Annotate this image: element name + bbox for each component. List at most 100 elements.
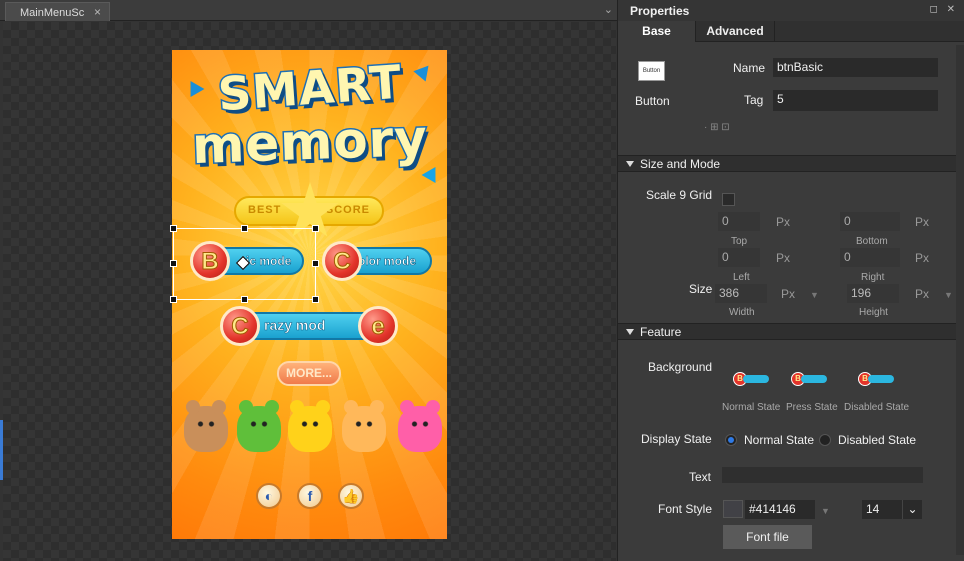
display-state-label: Display State <box>641 432 712 446</box>
collapse-triangle-icon <box>626 329 634 335</box>
panel-title: Properties <box>630 4 690 18</box>
resize-handle[interactable] <box>312 260 319 267</box>
crazy-mode-label: razy mod <box>264 317 326 334</box>
bottom-field[interactable]: 0 <box>840 212 900 231</box>
color-mode-button[interactable]: C <box>322 241 362 281</box>
resize-handle[interactable] <box>241 225 248 232</box>
scale9-checkbox[interactable] <box>722 193 735 206</box>
game-logo: SMART memory <box>188 53 432 190</box>
left-unit: Px <box>776 251 791 265</box>
display-normal-radio[interactable] <box>725 434 737 446</box>
chevron-down-icon: ⌄ <box>907 502 918 516</box>
left-field[interactable]: 0 <box>718 248 760 267</box>
chevron-down-icon[interactable]: ▼ <box>944 290 953 300</box>
resize-handle[interactable] <box>170 225 177 232</box>
collapse-triangle-icon <box>626 161 634 167</box>
disabled-state-image[interactable]: B <box>858 372 894 386</box>
width-unit[interactable]: Px <box>781 287 795 301</box>
height-field[interactable]: 196 <box>847 284 899 303</box>
widget-thumbnail: Button <box>638 61 665 81</box>
crazy-mode-letter: C <box>231 313 249 341</box>
text-field[interactable] <box>722 467 923 483</box>
dragon-icon <box>237 400 281 452</box>
alignment-icons: · ⊞ ⊡ <box>704 122 730 133</box>
facebook-icon[interactable]: f <box>297 483 323 509</box>
font-color-swatch[interactable] <box>723 500 743 518</box>
name-label: Name <box>733 61 766 75</box>
tag-field[interactable]: 5 <box>773 90 938 111</box>
size-label: Size <box>689 282 713 296</box>
logo-line-memory: memory <box>190 107 431 176</box>
more-label: MORE... <box>285 366 332 380</box>
resize-handle[interactable] <box>170 260 177 267</box>
right-unit: Px <box>915 251 930 265</box>
section-size-title: Size and Mode <box>640 157 721 171</box>
font-file-button[interactable]: Font file <box>723 525 812 549</box>
top-label: Top <box>731 236 748 247</box>
background-label: Background <box>648 360 713 374</box>
properties-scrollbar[interactable] <box>956 45 964 555</box>
document-tab-mainmenu[interactable]: MainMenuSc × <box>5 2 110 21</box>
tab-base[interactable]: Base <box>618 21 695 42</box>
close-icon[interactable]: × <box>94 5 101 19</box>
section-feature[interactable]: Feature <box>618 323 964 340</box>
panel-window-controls[interactable]: ◻ ✕ <box>930 4 958 15</box>
font-color-field[interactable]: #414146 <box>745 500 815 519</box>
chevron-down-icon[interactable]: ⌄ <box>604 3 613 16</box>
section-size-and-mode[interactable]: Size and Mode <box>618 155 964 172</box>
bottom-label: Bottom <box>856 236 888 247</box>
chevron-down-icon[interactable]: ▼ <box>821 506 830 516</box>
press-state-image[interactable]: B <box>791 372 827 386</box>
document-tab-label: MainMenuSc <box>20 7 85 19</box>
scene-editor: MainMenuSc × ⌄ SMART memory BEST SCORE i… <box>0 0 617 561</box>
properties-panel: Properties ◻ ✕ Base Advanced Button Butt… <box>617 0 964 561</box>
font-size-field[interactable]: 14 <box>862 500 902 519</box>
section-feature-title: Feature <box>640 325 682 339</box>
resize-handle[interactable] <box>312 296 319 303</box>
resize-handle[interactable] <box>312 225 319 232</box>
disabled-state-label: Disabled State <box>844 402 910 413</box>
facebook-label: f <box>307 488 313 504</box>
left-label: Left <box>733 272 750 283</box>
more-button[interactable]: MORE... <box>277 361 341 386</box>
color-mode-label: olor mode <box>358 254 417 269</box>
width-field[interactable]: 386 <box>715 284 767 303</box>
font-size-dropdown[interactable]: ⌄ <box>902 500 922 519</box>
crazy-mode-end-badge: e <box>358 306 398 346</box>
height-unit[interactable]: Px <box>915 287 929 301</box>
crazy-mode-button[interactable]: C <box>220 306 260 346</box>
display-disabled-label[interactable]: Disabled State <box>838 433 916 447</box>
press-state-label: Press State <box>786 402 838 413</box>
panel-header: Properties <box>618 0 964 21</box>
name-field[interactable]: btnBasic <box>773 58 938 77</box>
height-label: Height <box>859 307 888 318</box>
raccoon-icon <box>398 400 442 452</box>
tag-label: Tag <box>744 93 764 107</box>
top-unit: Px <box>776 215 791 229</box>
mouse-icon <box>342 400 386 452</box>
font-style-label: Font Style <box>658 502 713 516</box>
like-icon[interactable]: 👍 <box>338 483 364 509</box>
resize-handle[interactable] <box>170 296 177 303</box>
tab-advanced[interactable]: Advanced <box>695 21 775 42</box>
giraffe-icon <box>288 400 332 452</box>
top-field[interactable]: 0 <box>718 212 760 231</box>
display-normal-label[interactable]: Normal State <box>744 433 814 447</box>
normal-state-image[interactable]: B <box>733 372 769 386</box>
sound-toggle-icon[interactable]: ◐ <box>256 483 282 509</box>
scale9-label: Scale 9 Grid <box>646 188 713 202</box>
display-disabled-radio[interactable] <box>819 434 831 446</box>
right-field[interactable]: 0 <box>840 248 900 267</box>
crazy-mode-end-letter: e <box>371 313 385 341</box>
properties-tabs: Base Advanced <box>618 21 964 42</box>
otter-icon <box>184 400 228 452</box>
chevron-down-icon[interactable]: ▼ <box>810 290 819 300</box>
color-mode-letter: C <box>333 248 351 276</box>
left-edge-indicator <box>0 420 3 480</box>
right-label: Right <box>861 272 885 283</box>
document-tab-bar: MainMenuSc × ⌄ <box>0 0 617 21</box>
bottom-unit: Px <box>915 215 930 229</box>
resize-handle[interactable] <box>241 296 248 303</box>
text-label: Text <box>689 470 712 484</box>
widget-type-label: Button <box>635 94 670 108</box>
